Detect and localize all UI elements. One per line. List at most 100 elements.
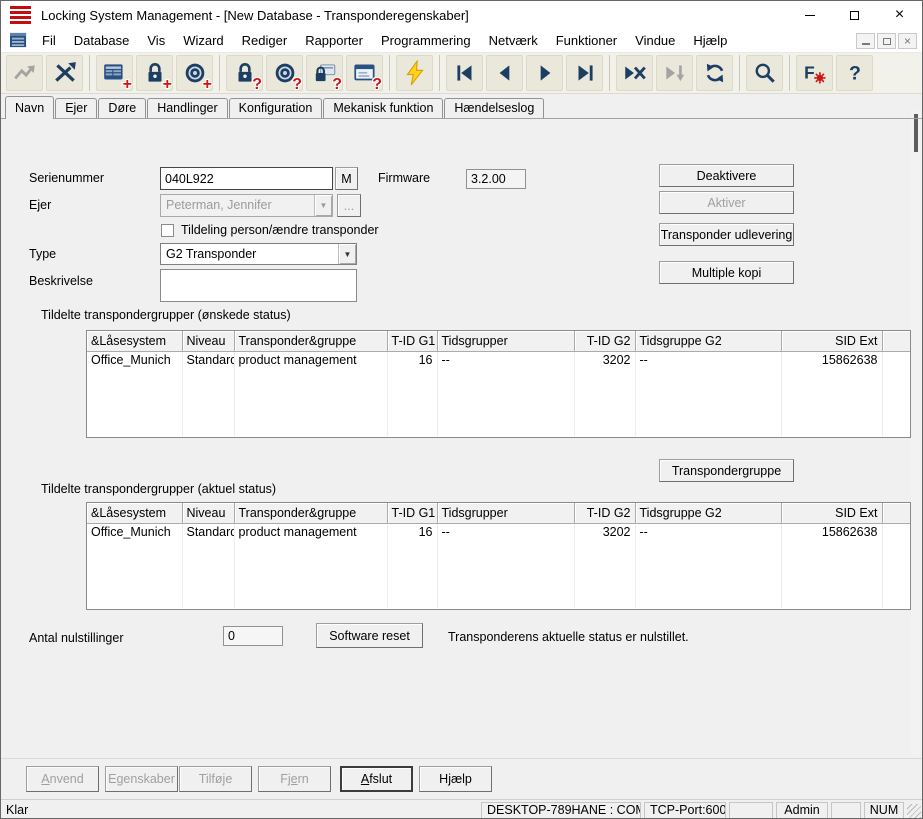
nav-next-button[interactable] bbox=[526, 55, 563, 91]
read-transponder-button[interactable]: ? bbox=[266, 55, 303, 91]
table-row[interactable]: Office_MunichStandardproduct management1… bbox=[87, 351, 910, 368]
menu-vindue[interactable]: Vindue bbox=[626, 29, 684, 52]
toolbar-separator bbox=[219, 55, 220, 91]
nav-first-button[interactable] bbox=[446, 55, 483, 91]
column-header[interactable]: SID Ext bbox=[781, 331, 882, 351]
description-input[interactable] bbox=[160, 269, 357, 302]
table-cell[interactable]: -- bbox=[437, 523, 574, 540]
table-cell[interactable] bbox=[882, 523, 910, 540]
new-locking-system-button[interactable]: + bbox=[96, 55, 133, 91]
table-cell[interactable]: Office_Munich bbox=[87, 351, 182, 368]
search-button[interactable] bbox=[746, 55, 783, 91]
reset-count-field: 0 bbox=[223, 626, 283, 646]
maximize-button[interactable] bbox=[832, 1, 877, 29]
read-window-button[interactable]: ? bbox=[346, 55, 383, 91]
disconnect-button[interactable] bbox=[46, 55, 83, 91]
table-cell[interactable]: 3202 bbox=[574, 523, 635, 540]
assign-person-checkbox[interactable] bbox=[161, 224, 174, 237]
column-header[interactable]: Tidsgrupper bbox=[437, 331, 574, 351]
m-button[interactable]: M bbox=[335, 167, 358, 190]
column-header[interactable]: Niveau bbox=[182, 503, 234, 523]
nav-skip-x-button[interactable] bbox=[616, 55, 653, 91]
tab-handlinger[interactable]: Handlinger bbox=[147, 98, 227, 118]
column-header[interactable]: Tidsgrupper bbox=[437, 503, 574, 523]
column-header[interactable]: Niveau bbox=[182, 331, 234, 351]
table-cell[interactable]: -- bbox=[635, 523, 781, 540]
plus-badge-icon: + bbox=[203, 76, 212, 94]
column-header[interactable]: Transponder&gruppe bbox=[234, 503, 387, 523]
column-header[interactable]: T-ID G1 bbox=[387, 503, 437, 523]
new-lock-button[interactable]: + bbox=[136, 55, 173, 91]
menu-rapporter[interactable]: Rapporter bbox=[296, 29, 372, 52]
menu-wizard[interactable]: Wizard bbox=[174, 29, 232, 52]
column-header[interactable]: Tidsgruppe G2 bbox=[635, 331, 781, 351]
menu-database[interactable]: Database bbox=[65, 29, 139, 52]
menu-vis[interactable]: Vis bbox=[138, 29, 174, 52]
column-header[interactable]: &Låsesystem bbox=[87, 331, 182, 351]
tab-haendelseslog[interactable]: Hændelseslog bbox=[444, 98, 544, 118]
read-lock-button[interactable]: ? bbox=[226, 55, 263, 91]
scrollbar-thumb[interactable] bbox=[914, 114, 918, 152]
column-header[interactable] bbox=[882, 503, 910, 523]
column-header[interactable]: T-ID G1 bbox=[387, 331, 437, 351]
menu-hj-lp[interactable]: Hjælp bbox=[684, 29, 736, 52]
table-cell[interactable]: 16 bbox=[387, 351, 437, 368]
minimize-icon bbox=[805, 15, 815, 16]
exit-button[interactable]: Afslut bbox=[340, 766, 413, 792]
transponder-group-button[interactable]: Transpondergruppe bbox=[659, 459, 794, 482]
tab-mekanisk-funktion[interactable]: Mekanisk funktion bbox=[323, 98, 443, 118]
table-cell[interactable]: 15862638 bbox=[781, 351, 882, 368]
program-button[interactable] bbox=[396, 55, 433, 91]
read-lock-data-button[interactable]: ? bbox=[306, 55, 343, 91]
table-cell[interactable]: product management bbox=[234, 351, 387, 368]
column-header[interactable]: Transponder&gruppe bbox=[234, 331, 387, 351]
column-header[interactable]: T-ID G2 bbox=[574, 331, 635, 351]
tab-konfiguration[interactable]: Konfiguration bbox=[229, 98, 323, 118]
menu-programmering[interactable]: Programmering bbox=[372, 29, 480, 52]
table-row[interactable]: Office_MunichStandardproduct management1… bbox=[87, 523, 910, 540]
nav-prev-button[interactable] bbox=[486, 55, 523, 91]
table-cell[interactable] bbox=[882, 351, 910, 368]
deactivate-button[interactable]: Deaktivere bbox=[659, 164, 794, 187]
transponder-handout-button[interactable]: Transponder udlevering bbox=[659, 223, 794, 246]
table-cell[interactable]: Standard bbox=[182, 523, 234, 540]
vertical-scrollbar[interactable] bbox=[911, 111, 921, 757]
multiple-copy-button[interactable]: Multiple kopi bbox=[659, 261, 794, 284]
table-cell[interactable]: -- bbox=[635, 351, 781, 368]
menu-funktioner[interactable]: Funktioner bbox=[547, 29, 626, 52]
column-header[interactable] bbox=[882, 331, 910, 351]
mdi-close-button[interactable]: × bbox=[898, 33, 917, 49]
close-button[interactable]: × bbox=[877, 1, 922, 29]
tab-doere[interactable]: Døre bbox=[98, 98, 146, 118]
refresh-button[interactable] bbox=[696, 55, 733, 91]
table-cell[interactable]: Standard bbox=[182, 351, 234, 368]
column-header[interactable]: Tidsgruppe G2 bbox=[635, 503, 781, 523]
table-cell[interactable]: Office_Munich bbox=[87, 523, 182, 540]
tab-navn[interactable]: Navn bbox=[5, 96, 54, 119]
menu-rediger[interactable]: Rediger bbox=[233, 29, 297, 52]
table-cell[interactable]: 16 bbox=[387, 523, 437, 540]
type-select[interactable]: G2 Transponder ▼ bbox=[160, 243, 357, 265]
help-button[interactable]: ? bbox=[836, 55, 873, 91]
table-cell[interactable]: product management bbox=[234, 523, 387, 540]
mdi-restore-button[interactable] bbox=[877, 33, 896, 49]
column-header[interactable]: &Låsesystem bbox=[87, 503, 182, 523]
column-header[interactable]: SID Ext bbox=[781, 503, 882, 523]
table-cell[interactable]: 3202 bbox=[574, 351, 635, 368]
new-transponder-button[interactable]: + bbox=[176, 55, 213, 91]
tab-ejer[interactable]: Ejer bbox=[55, 98, 97, 118]
help-button[interactable]: Hjælp bbox=[419, 766, 492, 792]
menu-netv-rk[interactable]: Netværk bbox=[480, 29, 547, 52]
nav-last-button[interactable] bbox=[566, 55, 603, 91]
mdi-minimize-button[interactable] bbox=[856, 33, 875, 49]
table-cell[interactable]: 15862638 bbox=[781, 523, 882, 540]
statusbar-panel bbox=[831, 802, 861, 819]
resize-grip[interactable] bbox=[907, 804, 921, 819]
software-reset-button[interactable]: Software reset bbox=[316, 623, 423, 648]
table-cell[interactable]: -- bbox=[437, 351, 574, 368]
minimize-button[interactable] bbox=[787, 1, 832, 29]
column-header[interactable]: T-ID G2 bbox=[574, 503, 635, 523]
menu-fil[interactable]: Fil bbox=[33, 29, 65, 52]
filter-options-button[interactable]: F bbox=[796, 55, 833, 91]
serial-number-input[interactable] bbox=[160, 167, 333, 190]
